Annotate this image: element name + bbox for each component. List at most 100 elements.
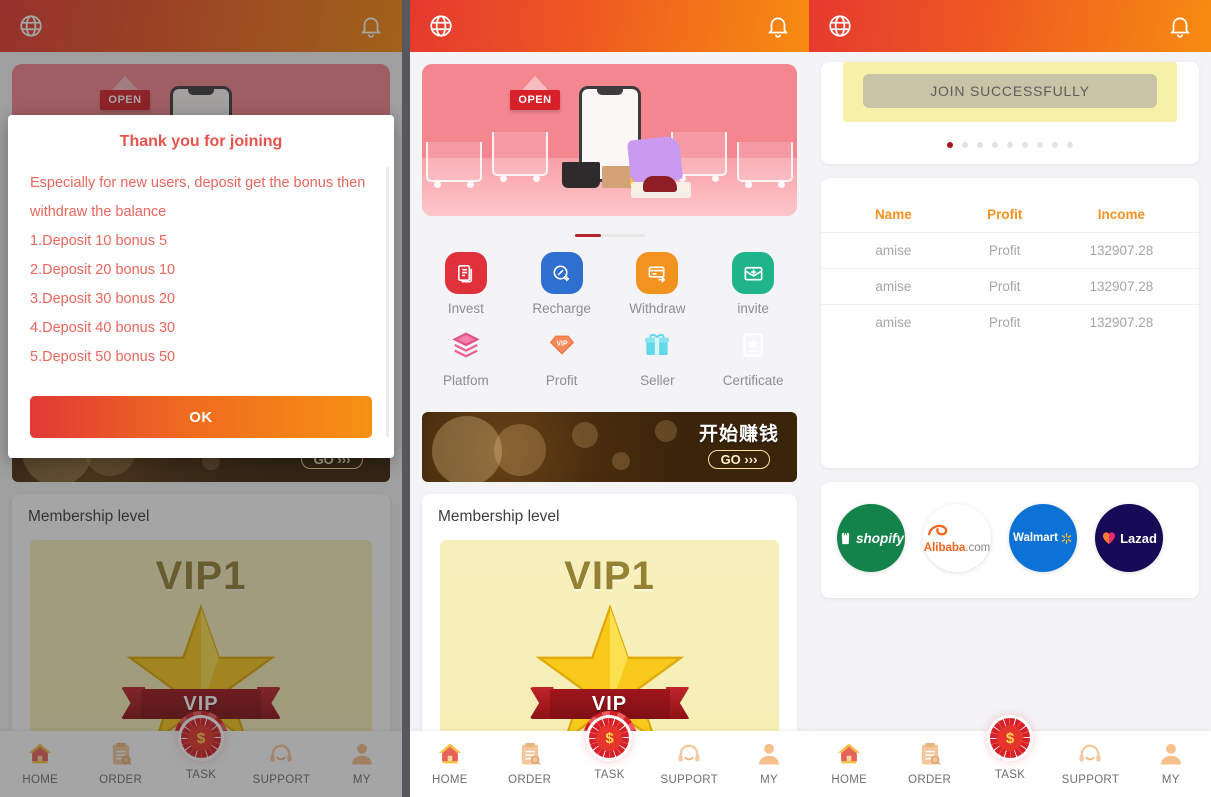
shoe-illustration xyxy=(643,176,677,192)
nav-tab-my[interactable]: MY xyxy=(1131,739,1211,786)
nav-tab-my[interactable]: MY xyxy=(729,739,809,786)
pagination-dot[interactable] xyxy=(1052,142,1058,148)
table-row: amise Profit 132907.28 xyxy=(821,232,1199,268)
partner-logo-walmart[interactable]: Walmart xyxy=(1009,504,1077,572)
home-icon xyxy=(834,739,864,769)
app-header xyxy=(809,0,1211,52)
panel-1-home-with-modal: OPEN InvestRechargeWithdrawinvitePlatfom… xyxy=(0,0,402,797)
shopify-bag-icon xyxy=(841,531,850,544)
three-panel-screenshot: OPEN Invest Recharge Withdraw invite Platfom… xyxy=(0,0,1211,797)
partner-logo-shopify[interactable]: shopify xyxy=(837,504,905,572)
quick-action-platfom[interactable]: Platfom xyxy=(418,324,514,388)
bell-icon[interactable] xyxy=(765,13,791,39)
join-successfully-button[interactable]: JOIN SUCCESSFULLY xyxy=(863,74,1157,108)
globe-icon[interactable] xyxy=(428,13,454,39)
pagination-dot[interactable] xyxy=(1037,142,1043,148)
nav-tab-label: MY xyxy=(1161,774,1180,786)
nav-tab-label: SUPPORT xyxy=(1061,774,1120,786)
nav-tab-support[interactable]: SUPPORT xyxy=(1050,739,1130,786)
quick-action-label: Profit xyxy=(545,373,578,388)
nav-tab-task[interactable]: TASK xyxy=(970,715,1050,781)
modal-ok-button[interactable]: OK xyxy=(30,396,372,438)
pagination-dot[interactable] xyxy=(947,142,953,148)
home-icon xyxy=(435,739,465,769)
gold-banner-cta-label: GO xyxy=(720,452,741,468)
quick-action-profit[interactable]: VIP Profit xyxy=(514,324,610,388)
clipboard-icon xyxy=(915,739,945,769)
membership-card: Membership level VIP1 VIP xyxy=(422,494,797,743)
vip-diamond-icon: VIP xyxy=(541,324,583,366)
panel-divider xyxy=(402,0,410,797)
app-header xyxy=(410,0,809,52)
pagination-dot[interactable] xyxy=(1007,142,1013,148)
carousel-indicator-track xyxy=(600,233,645,237)
modal-line: 3.Deposit 30 bonus 20 xyxy=(30,291,176,307)
bokeh xyxy=(612,452,630,470)
vip-level-card[interactable]: VIP1 VIP xyxy=(440,540,779,743)
open-sign: OPEN xyxy=(510,90,560,110)
quick-action-label: invite xyxy=(737,301,769,316)
quick-action-recharge[interactable]: Recharge xyxy=(514,252,610,316)
partner-label: shopify xyxy=(855,530,904,546)
alibaba-wordmark: Alibaba.com xyxy=(924,522,990,555)
nav-tab-home[interactable]: HOME xyxy=(410,739,490,786)
nav-tab-order[interactable]: ORDER xyxy=(889,739,969,786)
quick-action-invest[interactable]: Invest xyxy=(418,252,514,316)
partner-label: Alibaba xyxy=(923,541,966,554)
carousel-indicator[interactable] xyxy=(410,228,809,242)
shopping-cart-icon xyxy=(737,142,793,188)
gold-promo-banner[interactable]: 开始赚钱 GO ››› xyxy=(422,412,797,482)
alibaba-swirl-icon xyxy=(927,524,948,536)
globe-icon[interactable] xyxy=(827,13,853,39)
cell-name: amise xyxy=(875,279,912,294)
column-header-income: Income xyxy=(1097,206,1145,222)
join-bonus-modal: Thank you for joining Especially for new… xyxy=(8,115,394,458)
bell-icon[interactable] xyxy=(1167,13,1193,39)
cell-name: amise xyxy=(875,315,912,330)
shopping-cart-icon xyxy=(492,132,548,182)
bokeh xyxy=(572,422,598,448)
carousel-indicator-active xyxy=(574,233,601,237)
bag-illustration xyxy=(562,162,600,188)
nav-tab-order[interactable]: ORDER xyxy=(490,739,570,786)
quick-action-withdraw[interactable]: Withdraw xyxy=(610,252,706,316)
document-stack-icon xyxy=(444,252,487,294)
quick-action-invite[interactable]: invite xyxy=(705,252,801,316)
pagination-dot[interactable] xyxy=(962,142,968,148)
quick-action-seller[interactable]: Seller xyxy=(610,324,706,388)
partner-logo-lazada[interactable]: Lazad xyxy=(1095,504,1163,572)
partner-label: Walmart xyxy=(1013,532,1058,544)
carousel-pagination[interactable] xyxy=(821,122,1199,148)
quick-action-certificate[interactable]: Certificate xyxy=(705,324,801,388)
pagination-dot[interactable] xyxy=(977,142,983,148)
hero-banner[interactable]: OPEN xyxy=(422,64,797,216)
panel-2-home: OPEN Invest Recharge Withdraw invite Platfom… xyxy=(410,0,809,797)
quick-action-label: Invest xyxy=(447,301,484,316)
nav-tab-support[interactable]: SUPPORT xyxy=(649,739,729,786)
card-arrow-icon xyxy=(636,252,679,294)
quick-action-label: Platfom xyxy=(442,373,489,388)
partner-logo-alibaba[interactable]: Alibaba.com xyxy=(923,504,991,572)
modal-line: 4.Deposit 40 bonus 30 xyxy=(30,320,176,336)
quick-action-grid: Invest Recharge Withdraw invite Platfom VIP Pr… xyxy=(410,242,809,402)
pagination-dot[interactable] xyxy=(1022,142,1028,148)
modal-scrollbar[interactable] xyxy=(386,167,389,437)
modal-intro: Especially for new users, deposit get th… xyxy=(30,175,366,220)
nav-tab-home[interactable]: HOME xyxy=(809,739,889,786)
vip-level-label: VIP1 xyxy=(564,554,655,598)
clipboard-icon xyxy=(515,739,545,769)
panel-3-home-scrolled: JOIN SUCCESSFULLY Name Profit Income ami… xyxy=(809,0,1211,797)
nav-tab-label: ORDER xyxy=(908,774,952,786)
nav-tab-label: ORDER xyxy=(508,774,552,786)
gold-banner-cta[interactable]: GO ››› xyxy=(707,450,771,470)
cell-profit: Profit xyxy=(988,243,1021,258)
modal-line: 2.Deposit 20 bonus 10 xyxy=(30,262,176,278)
envelope-plus-icon xyxy=(732,252,775,294)
cell-profit: Profit xyxy=(988,315,1021,330)
partner-label-suffix: .com xyxy=(965,541,991,554)
pagination-dot[interactable] xyxy=(992,142,998,148)
pagination-dot[interactable] xyxy=(1067,142,1073,148)
nav-tab-task[interactable]: TASK xyxy=(570,715,650,781)
person-icon xyxy=(754,739,784,769)
column-header-profit: Profit xyxy=(987,206,1023,222)
